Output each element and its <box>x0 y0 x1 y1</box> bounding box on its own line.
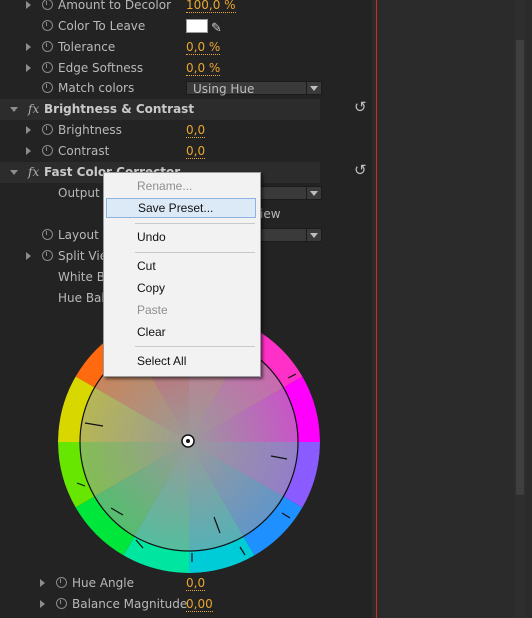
stopwatch-icon[interactable] <box>42 229 53 240</box>
menu-item-select-all[interactable]: Select All <box>106 351 256 371</box>
match-colors-dropdown[interactable]: Using Hue <box>186 81 322 96</box>
stopwatch-icon[interactable] <box>42 145 53 156</box>
brightness-value[interactable]: 0,0 <box>186 123 206 138</box>
contrast-label: Contrast <box>58 144 110 158</box>
menu-item-undo[interactable]: Undo <box>106 227 256 247</box>
reset-icon[interactable]: ↺ <box>354 98 367 116</box>
edge-softness-label: Edge Softness <box>58 61 144 75</box>
collapse-triangle-icon[interactable] <box>10 170 18 175</box>
match-colors-label: Match colors <box>58 81 135 95</box>
menu-item-copy[interactable]: Copy <box>106 278 256 298</box>
expand-triangle-icon[interactable] <box>40 579 45 587</box>
stopwatch-icon[interactable] <box>42 62 53 73</box>
brightness-label: Brightness <box>58 123 122 137</box>
menu-separator <box>135 223 255 224</box>
balance-magnitude-value[interactable]: 0,00 <box>186 597 213 612</box>
stopwatch-icon[interactable] <box>42 20 53 31</box>
balance-magnitude-row: Balance Magnitude 0,00 <box>0 594 330 615</box>
edge-softness-value[interactable]: 0,0 % <box>186 61 221 76</box>
amount-to-decolor-row: Amount to Decolor 100,0 % <box>0 0 330 16</box>
color-swatch[interactable] <box>186 19 208 33</box>
tolerance-row: Tolerance 0,0 % <box>0 37 330 58</box>
stopwatch-icon[interactable] <box>42 124 53 135</box>
hue-angle-row: Hue Angle 0,0 <box>0 573 330 594</box>
reset-icon[interactable]: ↺ <box>354 161 367 179</box>
match-colors-value: Using Hue <box>193 82 255 96</box>
tolerance-label: Tolerance <box>58 40 116 54</box>
layout-label: Layout <box>58 228 99 242</box>
menu-separator <box>135 346 255 347</box>
stopwatch-icon[interactable] <box>56 577 67 588</box>
menu-separator <box>135 252 255 253</box>
stopwatch-icon[interactable] <box>56 598 67 609</box>
expand-triangle-icon[interactable] <box>26 43 31 51</box>
chevron-down-icon <box>306 187 321 199</box>
eyedropper-icon[interactable]: ✎ <box>211 18 222 39</box>
brightness-contrast-header[interactable]: fx Brightness & Contrast <box>0 99 320 120</box>
tolerance-value[interactable]: 0,0 % <box>186 40 221 55</box>
expand-triangle-icon[interactable] <box>26 1 31 9</box>
menu-item-paste[interactable]: Paste <box>106 300 256 320</box>
balance-magnitude-label: Balance Magnitude <box>72 597 188 611</box>
stopwatch-icon[interactable] <box>42 82 53 93</box>
scrollbar-thumb[interactable] <box>516 40 524 495</box>
expand-triangle-icon[interactable] <box>26 64 31 72</box>
context-menu: Rename... Save Preset... Undo Cut Copy P… <box>103 172 261 377</box>
amount-to-decolor-value[interactable]: 100,0 % <box>186 0 236 13</box>
brightness-row: Brightness 0,0 <box>0 120 330 141</box>
stopwatch-icon[interactable] <box>42 250 53 261</box>
expand-triangle-icon[interactable] <box>26 126 31 134</box>
hue-angle-label: Hue Angle <box>72 576 134 590</box>
stopwatch-icon[interactable] <box>42 41 53 52</box>
playhead-line[interactable] <box>376 0 377 618</box>
menu-item-save-preset[interactable]: Save Preset... <box>106 198 256 218</box>
balance-handle-dot <box>186 439 190 443</box>
timeline-area[interactable] <box>372 0 532 618</box>
output-label: Output <box>58 186 100 200</box>
match-colors-row: Match colors Using Hue <box>0 78 330 99</box>
expand-triangle-icon[interactable] <box>40 600 45 608</box>
fx-icon[interactable]: fx <box>28 162 39 183</box>
chevron-down-icon <box>306 82 321 94</box>
menu-item-clear[interactable]: Clear <box>106 322 256 342</box>
edge-softness-row: Edge Softness 0,0 % <box>0 58 330 79</box>
chevron-down-icon <box>306 229 321 241</box>
menu-item-rename[interactable]: Rename... <box>106 176 256 196</box>
collapse-triangle-icon[interactable] <box>10 107 18 112</box>
fx-icon[interactable]: fx <box>28 99 39 120</box>
color-to-leave-row: Color To Leave ✎ <box>0 16 330 37</box>
color-to-leave-label: Color To Leave <box>58 19 146 33</box>
hue-angle-value[interactable]: 0,0 <box>186 576 206 591</box>
expand-triangle-icon[interactable] <box>26 252 31 260</box>
amount-to-decolor-label: Amount to Decolor <box>58 0 172 12</box>
brightness-contrast-title: Brightness & Contrast <box>44 102 195 116</box>
stopwatch-icon[interactable] <box>42 0 53 10</box>
menu-item-cut[interactable]: Cut <box>106 256 256 276</box>
contrast-row: Contrast 0,0 <box>0 141 330 162</box>
show-split-view-label: iew <box>260 207 281 221</box>
expand-triangle-icon[interactable] <box>26 147 31 155</box>
contrast-value[interactable]: 0,0 <box>186 144 206 159</box>
